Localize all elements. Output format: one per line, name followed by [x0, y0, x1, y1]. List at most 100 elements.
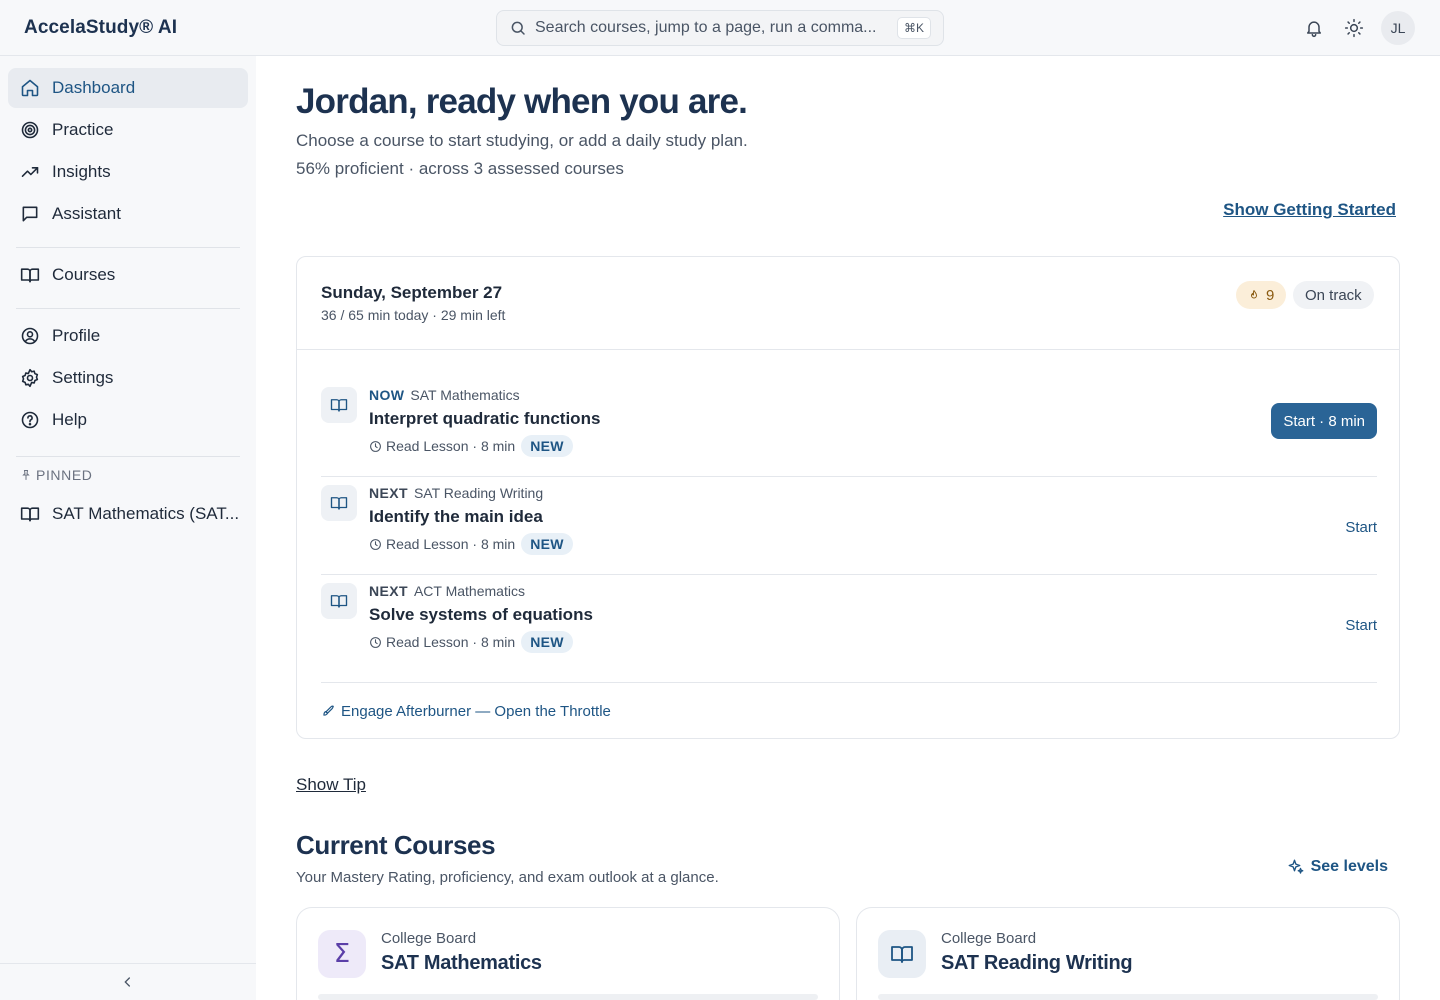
rocket-icon [321, 704, 335, 718]
target-icon [20, 120, 40, 140]
task-kicker: NEXT ACT Mathematics [369, 583, 525, 599]
flame-icon [1248, 289, 1260, 301]
course-org: College Board [941, 930, 1037, 947]
sidebar-item-label: Help [52, 410, 87, 429]
trending-up-icon [20, 162, 40, 182]
sidebar-item-insights[interactable]: Insights [8, 152, 248, 192]
page-title: Jordan, ready when you are. [296, 82, 748, 121]
task-course: SAT Mathematics [410, 387, 520, 403]
home-icon [20, 78, 40, 98]
task-title[interactable]: Interpret quadratic functions [369, 409, 600, 429]
pin-icon [20, 469, 32, 481]
sidebar-item-courses[interactable]: Courses [8, 255, 248, 295]
start-task-button[interactable]: Start · 8 min [1271, 403, 1377, 439]
top-bar: AccelaStudy® AI ⌘K JL [0, 0, 1440, 56]
plan-date: Sunday, September 27 [321, 283, 503, 302]
search-icon [509, 19, 527, 37]
task-meta: Read Lesson · 8 min NEW [369, 533, 573, 555]
plan-task: NEXT ACT Mathematics Solve systems of equ… [321, 575, 1377, 673]
sidebar-item-assistant[interactable]: Assistant [8, 194, 248, 234]
daily-plan-header: Sunday, September 27 36 / 65 min today ·… [297, 257, 1399, 350]
search-input[interactable] [535, 19, 895, 37]
book-icon [20, 265, 40, 285]
collapse-sidebar-button[interactable] [0, 963, 256, 1000]
sidebar-item-label: Assistant [52, 204, 121, 223]
sidebar-item-label: SAT Mathematics (SAT... [52, 504, 240, 523]
start-task-link[interactable]: Start [1345, 519, 1377, 536]
sidebar: Dashboard Practice Insights Assistant Co… [0, 56, 256, 1000]
pinned-section-label: PINNED [20, 467, 93, 483]
command-search[interactable]: ⌘K [496, 10, 944, 46]
new-badge: NEW [521, 533, 573, 555]
sidebar-item-practice[interactable]: Practice [8, 110, 248, 150]
sigma-icon: Σ [318, 930, 366, 978]
course-org: College Board [381, 930, 477, 947]
see-levels-button[interactable]: See levels [1287, 858, 1388, 876]
clock-icon [369, 440, 382, 453]
course-card[interactable]: College Board SAT Reading Writing [856, 907, 1400, 1000]
section-title: Current Courses [296, 830, 496, 860]
task-course: SAT Reading Writing [413, 485, 544, 501]
sidebar-item-label: Settings [52, 368, 114, 387]
task-course: ACT Mathematics [413, 583, 525, 599]
gear-icon [20, 368, 40, 388]
sidebar-divider [16, 247, 240, 248]
main-content: Jordan, ready when you are. Choose a cou… [256, 56, 1440, 1000]
sidebar-divider [16, 308, 240, 309]
shortcut-hint: ⌘K [896, 17, 931, 39]
new-badge: NEW [521, 631, 573, 653]
task-tag: NOW [369, 387, 405, 403]
sidebar-item-label: Insights [52, 162, 111, 181]
task-title[interactable]: Solve systems of equations [369, 605, 593, 625]
sidebar-item-label: Profile [52, 326, 101, 345]
book-icon [20, 504, 40, 524]
plan-task: NOW SAT Mathematics Interpret quadratic f… [321, 379, 1377, 477]
task-tag: NEXT [369, 583, 408, 599]
page-subtitle: Choose a course to start studying, or ad… [296, 131, 748, 150]
task-tag: NEXT [369, 485, 408, 501]
chevron-left-icon [120, 974, 136, 990]
sidebar-divider [16, 456, 240, 457]
plan-task: NEXT SAT Reading Writing Identify the mai… [321, 477, 1377, 575]
start-task-link[interactable]: Start [1345, 617, 1377, 634]
course-name: SAT Mathematics [381, 952, 542, 974]
sparkle-icon [1287, 858, 1305, 876]
user-circle-icon [20, 326, 40, 346]
book-icon [321, 485, 357, 521]
sidebar-item-help[interactable]: Help [8, 400, 248, 440]
proficiency-summary: 56% proficient · across 3 assessed cours… [296, 159, 624, 178]
task-title[interactable]: Identify the main idea [369, 507, 543, 527]
show-tip-link[interactable]: Show Tip [296, 775, 366, 795]
course-progress-track [318, 994, 818, 1000]
task-meta: Read Lesson · 8 min NEW [369, 631, 573, 653]
book-icon [878, 930, 926, 978]
task-kicker: NOW SAT Mathematics [369, 387, 520, 403]
theme-toggle-sun-icon[interactable] [1340, 14, 1368, 42]
help-icon [20, 410, 40, 430]
book-icon [321, 583, 357, 619]
notifications-bell-icon[interactable] [1300, 14, 1328, 42]
course-name: SAT Reading Writing [941, 952, 1133, 974]
plan-time-summary: 36 / 65 min today · 29 min left [321, 307, 506, 323]
daily-plan-card: Sunday, September 27 36 / 65 min today ·… [296, 256, 1400, 739]
brand-logo[interactable]: AccelaStudy® AI [24, 17, 177, 39]
course-card[interactable]: Σ College Board SAT Mathematics [296, 907, 840, 1000]
sidebar-item-profile[interactable]: Profile [8, 316, 248, 356]
task-kicker: NEXT SAT Reading Writing [369, 485, 543, 501]
sidebar-pinned-course[interactable]: SAT Mathematics (SAT... [8, 494, 248, 534]
sidebar-item-dashboard[interactable]: Dashboard [8, 68, 248, 108]
sidebar-item-settings[interactable]: Settings [8, 358, 248, 398]
new-badge: NEW [521, 435, 573, 457]
chat-icon [20, 204, 40, 224]
sidebar-item-label: Dashboard [52, 78, 136, 97]
clock-icon [369, 636, 382, 649]
book-icon [321, 387, 357, 423]
sidebar-item-label: Practice [52, 120, 114, 139]
clock-icon [369, 538, 382, 551]
streak-badge: 9 [1236, 281, 1287, 309]
sidebar-item-label: Courses [52, 265, 116, 284]
afterburner-link[interactable]: Engage Afterburner — Open the Throttle [321, 682, 1377, 739]
status-badge: On track [1293, 281, 1374, 309]
show-getting-started-link[interactable]: Show Getting Started [1223, 200, 1396, 220]
user-avatar[interactable]: JL [1381, 11, 1415, 45]
